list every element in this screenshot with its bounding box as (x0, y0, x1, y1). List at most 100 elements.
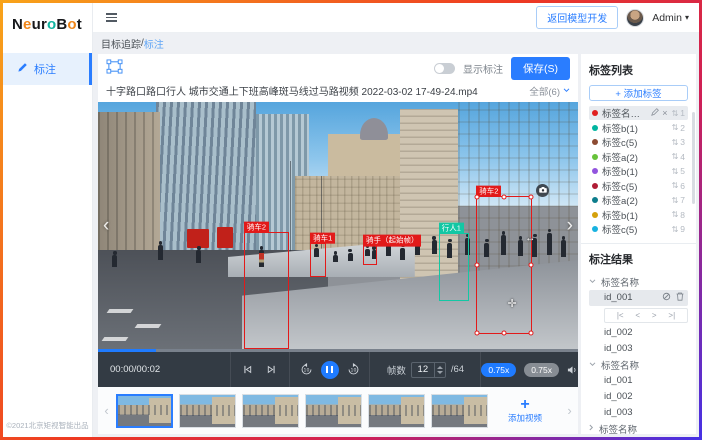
result-item[interactable]: id_001 (589, 290, 688, 306)
step-down-icon[interactable] (437, 371, 443, 374)
frame-total-label: /64 (451, 364, 464, 375)
bbox-resize-handle[interactable] (528, 194, 533, 199)
tag-color-dot (592, 183, 598, 189)
label-filter-dropdown[interactable]: 全部(6) (529, 84, 570, 98)
pause-button[interactable] (321, 361, 339, 379)
annotation-workspace: 显示标注 保存(S) 十字路口路口行人 城市交通上下班高峰斑马线过马路视频 20… (98, 54, 578, 434)
pager-next[interactable]: > (652, 311, 657, 320)
tag-row[interactable]: 标签名字最长数...×⇅1 (589, 106, 688, 120)
sort-arrows-icon: ⇅ (672, 123, 679, 132)
video-thumbnail[interactable] (116, 394, 173, 428)
bbox-resize-handle[interactable] (475, 194, 480, 199)
video-thumbnail[interactable] (305, 394, 362, 428)
breadcrumb-parent[interactable]: 目标追踪 (101, 36, 141, 51)
annotation-bbox[interactable]: 骑车1 (310, 243, 325, 278)
next-video-arrow-icon[interactable]: › (567, 216, 573, 235)
tag-shortcut: ⇅7 (672, 195, 685, 205)
annotation-bbox[interactable]: 骑车2 (244, 232, 289, 349)
result-item-id: id_003 (604, 407, 633, 418)
user-menu[interactable]: Admin ▾ (652, 12, 689, 24)
tag-color-dot (592, 154, 598, 160)
back-to-model-dev-button[interactable]: 返回模型开发 (536, 6, 618, 29)
add-tag-button[interactable]: + 添加标签 (589, 85, 688, 101)
result-item[interactable]: id_003 (589, 405, 688, 421)
result-group-header[interactable]: 标签名称 (589, 274, 688, 290)
user-avatar[interactable] (626, 9, 644, 27)
result-item-id: id_002 (604, 391, 633, 402)
result-item[interactable]: id_002 (589, 325, 688, 341)
pager-prev[interactable]: < (635, 311, 640, 320)
result-group-header[interactable]: 标签名称 (589, 357, 688, 373)
frame-number-input[interactable] (412, 363, 434, 377)
edit-tag-icon[interactable] (651, 108, 659, 119)
hide-annotation-icon[interactable] (662, 292, 671, 304)
forward-10-icon[interactable]: 10 (347, 363, 360, 376)
tag-row[interactable]: 标签c(5)⇅9 (589, 222, 688, 236)
result-item[interactable]: id_003 (589, 341, 688, 357)
thumbnails-prev-icon[interactable]: ‹ (100, 403, 113, 418)
next-frame-icon[interactable] (266, 364, 277, 375)
tag-shortcut: ⇅6 (672, 181, 685, 191)
bbox-resize-handle[interactable] (502, 194, 507, 199)
tag-row[interactable]: 标签b(1)⇅5 (589, 164, 688, 178)
thumbnail-preview (306, 395, 361, 427)
snapshot-camera-icon[interactable] (536, 184, 549, 197)
result-group-header[interactable]: 标签名称 (589, 421, 688, 435)
volume-icon[interactable] (567, 365, 578, 375)
annotation-results-tree: 标签名称id_001|<<>>|id_002id_003标签名称id_001id… (589, 274, 688, 435)
pager-last[interactable]: >| (668, 311, 675, 320)
show-annotation-toggle[interactable] (434, 63, 455, 74)
bbox-resize-handle[interactable] (475, 331, 480, 336)
result-item[interactable]: id_002 (589, 389, 688, 405)
bbox-resize-handle[interactable] (475, 263, 480, 268)
pager-first[interactable]: |< (617, 311, 624, 320)
tag-row[interactable]: 标签c(5)⇅6 (589, 179, 688, 193)
tag-color-dot (592, 212, 598, 218)
video-thumbnail[interactable] (242, 394, 299, 428)
result-item[interactable]: id_001 (589, 373, 688, 389)
add-video-button[interactable]: +添加视频 (494, 397, 556, 424)
filter-label: 全部(6) (529, 84, 560, 98)
delete-tag-icon[interactable]: × (662, 109, 667, 118)
tag-shortcut: ⇅1 (672, 108, 685, 118)
tag-row[interactable]: 标签b(1)⇅8 (589, 208, 688, 222)
app-logo: NeuroBot (3, 3, 92, 45)
thumbnails-next-icon[interactable]: › (563, 403, 576, 418)
tag-name: 标签b(1) (602, 208, 668, 222)
stepper-arrows[interactable] (434, 363, 445, 377)
bbox-resize-handle[interactable] (528, 263, 533, 268)
sidebar-item-annotate[interactable]: 标注 (3, 53, 92, 85)
tag-shortcut: ⇅3 (672, 137, 685, 147)
tag-row[interactable]: 标签a(2)⇅7 (589, 193, 688, 207)
delete-annotation-icon[interactable] (676, 292, 684, 304)
tag-row[interactable]: 标签a(2)⇅4 (589, 150, 688, 164)
bbox-resize-handle[interactable] (528, 331, 533, 336)
chevron-down-icon: ▾ (685, 13, 689, 22)
annotation-bbox[interactable]: 骑车2 (476, 196, 532, 334)
logo-letter: t (77, 16, 82, 33)
video-thumbnail[interactable] (179, 394, 236, 428)
scrollbar-thumb[interactable] (692, 112, 695, 204)
bbox-label: 骑车2 (244, 221, 269, 232)
speed-pill-primary[interactable]: 0.75x (481, 363, 516, 377)
speed-pill-secondary[interactable]: 0.75x (524, 363, 559, 377)
annotation-bbox[interactable]: 行人1 (439, 233, 469, 301)
tag-shortcut: ⇅4 (672, 152, 685, 162)
rect-select-tool-icon[interactable] (106, 59, 123, 77)
video-canvas[interactable]: 骑车2骑车1骑手（起始帧）行人1骑车2 ‹ › ✛ ↔ (98, 102, 578, 349)
tag-row[interactable]: 标签c(5)⇅3 (589, 135, 688, 149)
result-item-id: id_002 (604, 327, 633, 338)
video-thumbnail[interactable] (368, 394, 425, 428)
step-up-icon[interactable] (437, 366, 443, 369)
annotation-bbox[interactable]: 骑手（起始帧） (363, 245, 377, 265)
chevron-down-icon (563, 88, 570, 93)
save-button[interactable]: 保存(S) (511, 57, 570, 80)
prev-frame-icon[interactable] (242, 364, 253, 375)
video-thumbnail[interactable] (431, 394, 488, 428)
collapse-sidebar-icon[interactable] (103, 10, 120, 25)
rewind-10-icon[interactable]: 10 (300, 363, 313, 376)
bbox-resize-handle[interactable] (502, 331, 507, 336)
prev-video-arrow-icon[interactable]: ‹ (103, 216, 109, 235)
tag-row[interactable]: 标签b(1)⇅2 (589, 121, 688, 135)
annotation-boxes-layer: 骑车2骑车1骑手（起始帧）行人1骑车2 (98, 102, 578, 349)
